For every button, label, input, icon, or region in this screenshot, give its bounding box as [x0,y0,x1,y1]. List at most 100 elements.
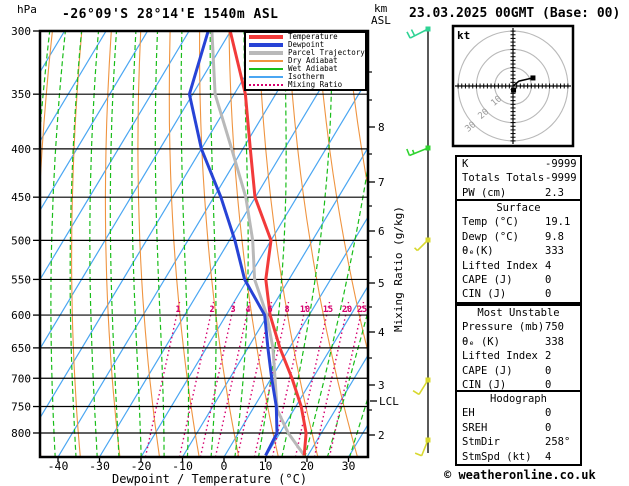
table-cell-label: StmSpd (kt) [462,450,532,463]
svg-text:25: 25 [357,305,367,315]
table-cell-label: Dewp (°C) [462,230,519,243]
svg-text:3: 3 [230,305,235,315]
table-row: Lifted Index 4 [457,259,580,273]
svg-text:800: 800 [11,427,31,440]
indices-table-stability: K -9999 Totals Totals -9999 PW (cm) 2.3 [455,155,582,203]
legend-swatch-parcel-trajectory [249,51,283,55]
table-cell-value: 258° [545,436,571,449]
table-cell-value: 333 [545,245,564,258]
svg-text:2: 2 [378,429,385,442]
svg-text:8: 8 [378,121,385,134]
table-row: Pressure (mb) 750 [457,320,580,334]
table-cell-label: Lifted Index [462,259,538,272]
table-cell-label: EH [462,407,475,420]
table-cell-value: 338 [545,335,564,348]
table-row: CAPE (J) 0 [457,273,580,287]
table-cell-value: -9999 [545,172,577,185]
table-row: StmDir 258° [457,435,580,449]
table-cell-label: StmDir [462,436,500,449]
svg-text:1: 1 [175,305,180,315]
table-cell-value: 19.1 [545,216,571,229]
table-row: CIN (J) 0 [457,287,580,301]
wind-barbs [406,26,431,457]
table-cell-value: 0 [545,273,552,286]
indices-table-hodograph: Hodograph EH 0 SREH 0 StmDir 258° StmSpd (kt) 4 [455,390,582,466]
svg-text:400: 400 [11,143,31,156]
legend-swatch-temperature [249,35,283,39]
svg-text:7: 7 [378,176,385,189]
svg-text:4: 4 [245,305,250,315]
table-cell-label: CIN (J) [462,288,507,301]
copyright: © weatheronline.co.uk [444,468,596,482]
table-row: StmSpd (kt) 4 [457,450,580,464]
table-header: Hodograph [490,393,547,405]
svg-text:-10: -10 [172,459,193,473]
table-header: Most Unstable [477,307,560,319]
table-header: Surface [496,202,541,214]
table-cell-value: 0 [545,364,552,377]
pressure-axis: 300 350 400 450 500 550 600 650 700 750 800 [11,25,40,440]
table-cell-value: -9999 [545,158,577,170]
svg-text:700: 700 [11,372,31,385]
svg-text:4: 4 [378,326,385,339]
svg-text:2: 2 [209,305,214,315]
svg-text:0: 0 [221,459,228,473]
altitude-axis-unit-asl: ASL [371,14,391,27]
table-row: Totals Totals -9999 [457,171,580,185]
plot-frame [38,29,370,459]
svg-text:450: 450 [11,191,31,204]
mixing-ratio-axis-label: Mixing Ratio (g/kg) [392,206,405,332]
svg-text:6: 6 [378,225,385,238]
svg-text:300: 300 [11,25,31,38]
table-cell-label: θₑ (K) [462,335,500,348]
hodograph: 102030 [451,24,575,148]
legend-swatch-mixing-ratio [249,84,283,86]
svg-text:-30: -30 [89,459,110,473]
svg-text:30: 30 [342,459,356,473]
svg-text:500: 500 [11,234,31,247]
legend-item: Mixing Ratio [246,81,365,89]
table-cell-value: 9.8 [545,230,564,243]
table-row: CAPE (J) 0 [457,364,580,378]
table-cell-label: CAPE (J) [462,273,513,286]
table-cell-label: Totals Totals [462,172,545,185]
table-row: Temp (°C) 19.1 [457,215,580,229]
table-row: Dewp (°C) 9.8 [457,230,580,244]
table-cell-label: Pressure (mb) [462,321,545,334]
table-cell-label: θₑ(K) [462,245,494,258]
indices-table-surface: Surface Temp (°C) 19.1 Dewp (°C) 9.8 θₑ(K) 333… [455,199,582,304]
table-cell-label: Temp (°C) [462,216,519,229]
svg-text:5: 5 [378,277,385,290]
temperature-axis-title: Dewpoint / Temperature (°C) [112,472,308,486]
legend-swatch-dry-adiabat [249,60,283,62]
legend: Temperature Dewpoint Parcel Trajectory Dry … [244,31,367,91]
table-cell-label: Lifted Index [462,350,538,363]
table-cell-label: SREH [462,421,488,434]
table-row: PW (cm) 2.3 [457,186,580,200]
svg-text:-20: -20 [131,459,152,473]
legend-swatch-dewpoint [249,43,283,47]
legend-swatch-isotherm [249,76,283,78]
table-cell-value: 0 [545,421,552,434]
svg-text:20: 20 [342,305,352,315]
table-cell-value: 2 [545,350,552,363]
table-row: K -9999 [457,157,580,171]
svg-text:8: 8 [284,305,289,315]
table-cell-label: CAPE (J) [462,364,513,377]
datetime-title: 23.03.2025 00GMT (Base: 00) [409,6,621,21]
svg-text:6: 6 [267,305,272,315]
svg-text:650: 650 [11,342,31,355]
temperature-axis: -40 -30 -20 -10 0 10 20 30 [48,457,356,473]
table-cell-value: 4 [545,259,552,272]
svg-text:3: 3 [378,379,385,392]
svg-text:10: 10 [300,305,310,315]
svg-text:550: 550 [11,273,31,286]
table-row: θₑ(K) 333 [457,244,580,258]
svg-text:15: 15 [323,305,333,315]
svg-text:350: 350 [11,88,31,101]
table-row: Lifted Index 2 [457,349,580,363]
table-cell-value: 750 [545,321,564,334]
station-title: -26°09'S 28°14'E 1540m ASL [62,7,279,22]
table-row: θₑ (K) 338 [457,335,580,349]
table-cell-value: 4 [545,450,552,463]
